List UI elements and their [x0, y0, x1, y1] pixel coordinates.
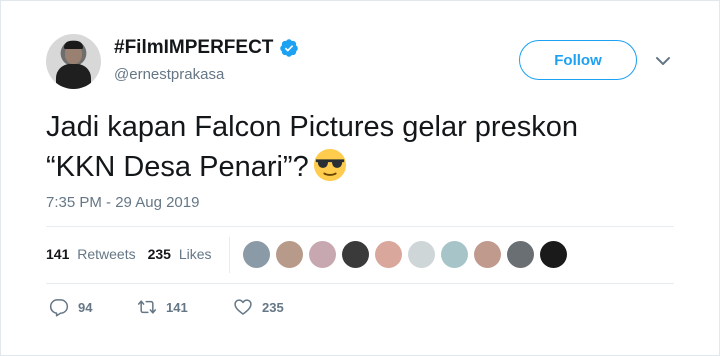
avatar-suit [56, 64, 91, 89]
verified-badge-icon [280, 39, 299, 57]
liker-avatar-5[interactable] [375, 241, 402, 268]
liker-avatar-3[interactable] [309, 241, 336, 268]
divider-bottom [46, 283, 674, 284]
retweet-count: 141 [166, 299, 188, 315]
retweet-icon[interactable] [137, 297, 157, 317]
tweet-timestamp[interactable]: 7:35 PM - 29 Aug 2019 [46, 194, 199, 211]
retweets-stat[interactable]: 141 Retweets [46, 246, 136, 262]
stats-separator [229, 237, 230, 273]
reply-action[interactable]: 94 [49, 297, 137, 317]
likes-stat[interactable]: 235 Likes [148, 246, 212, 262]
heart-icon[interactable] [233, 297, 253, 317]
liker-avatar-4[interactable] [342, 241, 369, 268]
liker-avatar-8[interactable] [474, 241, 501, 268]
tweet-actions: 94 141 235 [49, 297, 284, 317]
chevron-down-icon[interactable] [655, 55, 671, 67]
author-handle[interactable]: @ernestprakasa [114, 66, 224, 83]
display-name[interactable]: #FilmIMPERFECT [114, 37, 273, 59]
liker-avatar-2[interactable] [276, 241, 303, 268]
tweet-text-line-2-content: “KKN Desa Penari”? [46, 151, 309, 183]
retweets-count: 141 [46, 246, 70, 262]
retweet-action[interactable]: 141 [137, 297, 233, 317]
reply-icon[interactable] [49, 297, 69, 317]
liker-avatars [243, 241, 567, 268]
liker-avatar-6[interactable] [408, 241, 435, 268]
likes-count: 235 [147, 246, 171, 262]
engagement-stats: 141 Retweets 235 Likes [46, 246, 224, 262]
author-name-row[interactable]: #FilmIMPERFECT [114, 37, 299, 59]
liker-avatar-7[interactable] [441, 241, 468, 268]
liker-avatar-10[interactable] [540, 241, 567, 268]
tweet-card: #FilmIMPERFECT @ernestprakasa Follow Jad… [0, 0, 720, 356]
tweet-text: Jadi kapan Falcon Pictures gelar preskon… [46, 107, 686, 187]
avatar-hair [64, 41, 83, 49]
sunglasses-face-icon [313, 149, 346, 182]
avatar[interactable] [46, 34, 101, 89]
liker-avatar-9[interactable] [507, 241, 534, 268]
retweets-label: Retweets [77, 246, 136, 262]
tweet-text-line-2: “KKN Desa Penari”? [46, 147, 686, 187]
likes-label: Likes [178, 246, 212, 262]
like-count: 235 [262, 299, 284, 315]
like-action[interactable]: 235 [233, 297, 284, 317]
tweet-text-line-1: Jadi kapan Falcon Pictures gelar preskon [46, 111, 578, 143]
liker-avatar-1[interactable] [243, 241, 270, 268]
follow-button[interactable]: Follow [519, 40, 637, 80]
divider-top [46, 226, 674, 227]
reply-count: 94 [78, 299, 93, 315]
